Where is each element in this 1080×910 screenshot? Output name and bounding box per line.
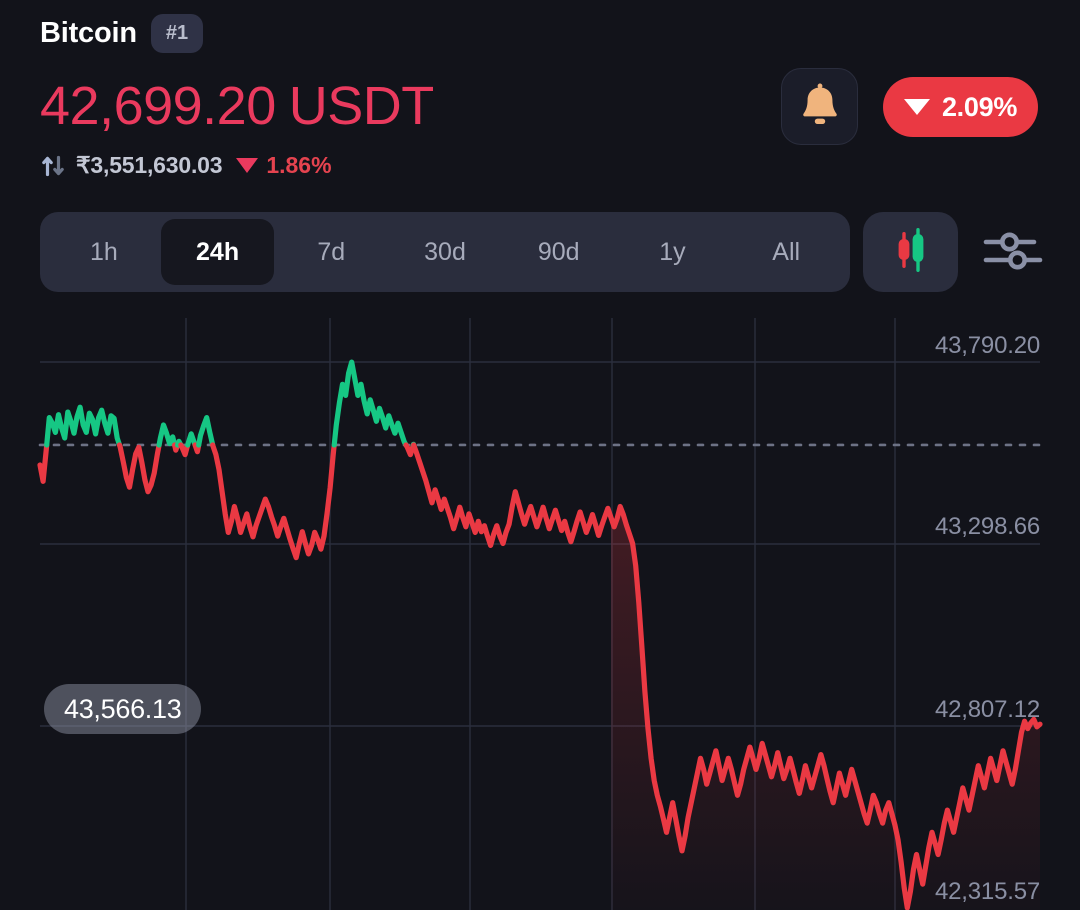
- current-price: 42,699.20: [40, 76, 276, 136]
- swap-vertical-icon[interactable]: [40, 153, 66, 179]
- tab-24h[interactable]: 24h: [160, 219, 275, 285]
- bell-icon: [799, 82, 841, 131]
- y-axis-label-2: 42,807.12: [935, 696, 1040, 723]
- tab-1y[interactable]: 1y: [616, 219, 730, 285]
- price-change-value: 2.09%: [941, 91, 1018, 122]
- y-axis-label-1: 43,298.66: [935, 513, 1040, 540]
- coin-identity: Bitcoin #1: [40, 14, 204, 53]
- price-currency: USDT: [288, 76, 435, 136]
- tab-1h[interactable]: 1h: [47, 219, 161, 285]
- rank-badge: #1: [150, 14, 204, 53]
- price-chart[interactable]: 43,790.20 43,298.66 42,807.12 42,315.57 …: [0, 300, 1080, 910]
- header: Bitcoin #1 42,699.20 USDT ₹3,551,630.03 …: [0, 0, 1080, 200]
- chart-settings-button[interactable]: [975, 218, 1051, 286]
- candlestick-icon: [888, 224, 934, 281]
- price-tooltip: 43,566.13: [44, 684, 202, 734]
- price-display: 42,699.20 USDT: [40, 75, 434, 137]
- tab-90d[interactable]: 90d: [502, 219, 616, 285]
- triangle-down-icon: [236, 158, 259, 173]
- alert-bell-button[interactable]: [781, 68, 858, 145]
- chart-canvas: [37, 318, 1043, 910]
- tab-7d[interactable]: 7d: [274, 219, 388, 285]
- sliders-icon: [982, 225, 1044, 280]
- price-change-badge[interactable]: 2.09%: [883, 77, 1038, 137]
- crypto-price-screen: Bitcoin #1 42,699.20 USDT ₹3,551,630.03 …: [0, 0, 1080, 910]
- alt-change-value: 1.86%: [266, 152, 332, 178]
- tooltip-value: 43,566.13: [64, 693, 182, 724]
- y-axis-label-3: 42,315.57: [935, 878, 1040, 905]
- timeframe-tabbar: 1h 24h 7d 30d 90d 1y All: [40, 212, 850, 292]
- y-axis-label-0: 43,790.20: [935, 332, 1040, 359]
- tab-all[interactable]: All: [729, 219, 843, 285]
- candlestick-chart-toggle[interactable]: [863, 212, 958, 292]
- page-title: Bitcoin: [40, 17, 137, 49]
- secondary-price-row: ₹3,551,630.03 1.86%: [40, 152, 332, 179]
- tab-30d[interactable]: 30d: [388, 219, 502, 285]
- alt-change: 1.86%: [236, 152, 332, 179]
- alt-currency-price: ₹3,551,630.03: [76, 152, 223, 178]
- triangle-down-icon: [903, 99, 930, 115]
